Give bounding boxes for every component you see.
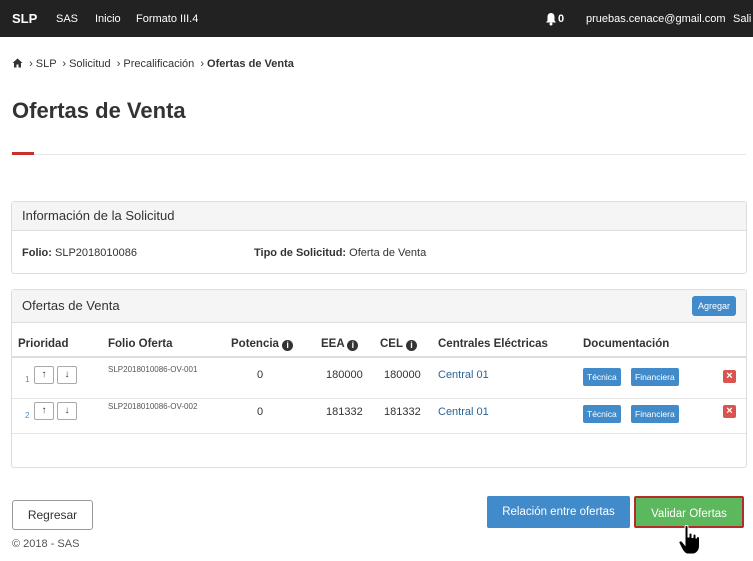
title-accent-bar: [12, 152, 34, 155]
col-cel-label: CEL: [380, 338, 403, 350]
financiera-button[interactable]: Financiera: [631, 405, 679, 423]
eea-value: 180000: [326, 369, 363, 381]
delete-icon[interactable]: ×: [723, 370, 736, 383]
relation-offers-button[interactable]: Relación entre ofertas: [487, 496, 630, 528]
central-link[interactable]: Central 01: [438, 369, 489, 381]
info-icon[interactable]: i: [406, 340, 417, 351]
tipo-label: Tipo de Solicitud:: [254, 247, 347, 259]
breadcrumb-separator: ›: [29, 58, 33, 70]
move-up-button[interactable]: ↑: [34, 366, 54, 384]
delete-icon[interactable]: ×: [723, 405, 736, 418]
offer-folio: SLP2018010086-OV-002: [108, 402, 198, 411]
top-navbar: SLP SAS Inicio Formato III.4 0 pruebas.c…: [0, 0, 753, 37]
folio-value: SLP2018010086: [55, 247, 137, 259]
col-prioridad: Prioridad: [18, 338, 69, 350]
info-panel-title: Información de la Solicitud: [12, 202, 746, 231]
col-eea-label: EEA: [321, 338, 345, 350]
col-centrales: Centrales Eléctricas: [438, 338, 548, 350]
col-documentacion: Documentación: [583, 338, 670, 350]
add-offer-button[interactable]: Agregar: [691, 296, 736, 316]
breadcrumb-slp[interactable]: SLP: [36, 58, 57, 70]
page-title: Ofertas de Venta: [12, 98, 186, 123]
user-email[interactable]: pruebas.cenace@gmail.com: [586, 13, 726, 25]
breadcrumb-precalificacion[interactable]: Precalificación: [123, 58, 194, 70]
col-folio: Folio Oferta: [108, 338, 173, 350]
tecnica-button[interactable]: Técnica: [583, 368, 621, 386]
col-eea: EEA i: [321, 338, 359, 351]
cel-value: 181332: [384, 406, 421, 418]
potencia-value: 0: [257, 406, 264, 418]
brand-logo[interactable]: SLP: [12, 11, 37, 26]
breadcrumb-solicitud[interactable]: Solicitud: [69, 58, 111, 70]
col-cel: CEL i: [380, 338, 417, 351]
hand-cursor-icon: [678, 525, 700, 555]
breadcrumb: › SLP › Solicitud › Precalificación › Oferta…: [12, 58, 294, 70]
col-potencia-label: Potencia: [231, 338, 279, 350]
breadcrumb-separator: ›: [200, 58, 205, 70]
info-icon[interactable]: i: [347, 340, 359, 351]
offers-panel-title: Ofertas de Venta: [22, 298, 120, 313]
nav-formato[interactable]: Formato III.4: [136, 13, 198, 25]
offers-panel-header: Ofertas de Venta Agregar: [12, 290, 746, 323]
notification-count: 0: [558, 13, 565, 25]
move-down-button[interactable]: ↓: [57, 366, 77, 384]
move-up-button[interactable]: ↑: [34, 402, 54, 420]
tipo-value: Oferta de Venta: [349, 247, 427, 259]
table-header-divider: [12, 356, 746, 358]
info-panel: Información de la Solicitud Folio: SLP20…: [11, 201, 747, 274]
breadcrumb-separator: ›: [116, 58, 121, 70]
central-link[interactable]: Central 01: [438, 406, 489, 418]
priority-number: 2: [25, 411, 30, 420]
validate-offers-button[interactable]: Validar Ofertas: [634, 496, 744, 528]
priority-number: 1: [25, 375, 30, 384]
title-divider: [12, 154, 746, 155]
offers-panel: Ofertas de Venta Agregar Prioridad Folio…: [11, 289, 747, 468]
info-icon[interactable]: i: [282, 340, 294, 351]
row-divider: [12, 398, 746, 399]
footer-copyright: © 2018 - SAS: [12, 538, 80, 550]
folio-label: Folio:: [22, 247, 52, 259]
move-down-button[interactable]: ↓: [57, 402, 77, 420]
bell-icon[interactable]: [544, 12, 558, 26]
col-potencia: Potencia i: [231, 338, 294, 351]
nav-inicio[interactable]: Inicio: [95, 13, 121, 25]
breadcrumb-separator: ›: [62, 58, 67, 70]
home-icon[interactable]: [12, 58, 23, 68]
potencia-value: 0: [257, 369, 264, 381]
offer-folio: SLP2018010086-OV-001: [108, 365, 198, 374]
tipo-field: Tipo de Solicitud: Oferta de Venta: [254, 247, 426, 259]
nav-sas[interactable]: SAS: [56, 13, 78, 25]
back-button[interactable]: Regresar: [12, 500, 93, 530]
row-divider: [12, 433, 746, 434]
folio-field: Folio: SLP2018010086: [22, 247, 137, 259]
financiera-button[interactable]: Financiera: [631, 368, 679, 386]
logout-link[interactable]: Sali: [733, 13, 751, 25]
tecnica-button[interactable]: Técnica: [583, 405, 621, 423]
cel-value: 180000: [384, 369, 421, 381]
eea-value: 181332: [326, 406, 363, 418]
breadcrumb-current: Ofertas de Venta: [207, 58, 294, 70]
